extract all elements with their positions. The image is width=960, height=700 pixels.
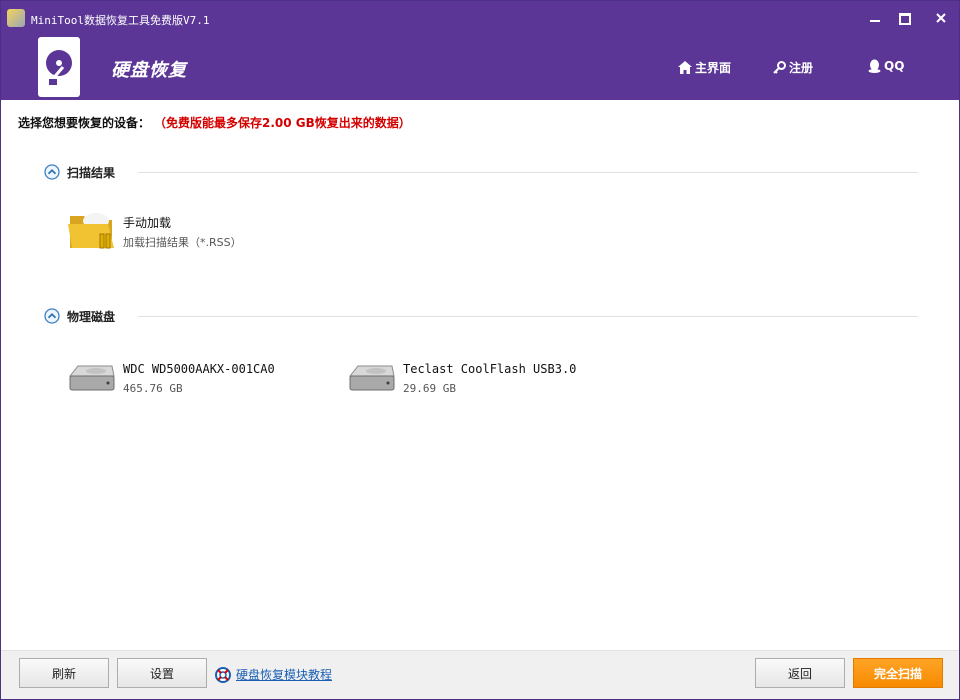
module-title: 硬盘恢复: [111, 60, 187, 81]
section-title-physical-disks: 物理磁盘: [67, 310, 116, 324]
tutorial-link[interactable]: 硬盘恢复模块教程: [215, 666, 332, 683]
lifebuoy-help-icon: [215, 666, 231, 683]
nav-home-link[interactable]: 主界面: [678, 59, 731, 76]
qq-penguin-icon: [868, 59, 881, 73]
section-title-scan-results: 扫描结果: [67, 166, 116, 180]
close-icon: [936, 13, 946, 23]
hard-disk-logo-icon: [38, 37, 80, 97]
section-divider: [138, 316, 918, 317]
module-header: 硬盘恢复 主界面 注册 QQ: [1, 37, 959, 100]
collapse-chevron-up-icon[interactable]: [44, 164, 60, 180]
hard-drive-icon: [348, 365, 395, 391]
free-version-limit-note: （免费版能最多保存2.00 GB恢复出来的数据）: [160, 116, 411, 130]
tutorial-link-label: 硬盘恢复模块教程: [236, 668, 333, 682]
app-icon: [7, 9, 25, 27]
device-item-disk[interactable]: WDC WD5000AAKX-001CA0 465.76 GB: [68, 356, 328, 396]
window-title: MiniTool数据恢复工具免费版V7.1: [31, 14, 210, 27]
hard-drive-icon: [68, 365, 115, 391]
bottom-toolbar: 刷新 设置 硬盘恢复模块教程 返回 完全扫描: [1, 650, 959, 699]
device-item-disk[interactable]: Teclast CoolFlash USB3.0 29.69 GB: [348, 356, 608, 396]
key-icon: [773, 61, 786, 74]
full-scan-button[interactable]: 完全扫描: [853, 658, 943, 688]
back-button[interactable]: 返回: [755, 658, 845, 688]
title-bar[interactable]: MiniTool数据恢复工具免费版V7.1: [1, 1, 959, 37]
device-name: Teclast CoolFlash USB3.0: [403, 362, 577, 376]
minimize-button[interactable]: [863, 9, 887, 29]
nav-qq-label: QQ: [884, 59, 905, 73]
nav-register-link[interactable]: 注册: [773, 59, 813, 76]
device-item-manual-load[interactable]: 手动加载 加载扫描结果（*.RSS）: [68, 208, 328, 249]
device-selection-panel: 选择您想要恢复的设备： （免费版能最多保存2.00 GB恢复出来的数据） 扫描结果…: [6, 100, 954, 650]
folder-icon: [68, 213, 114, 249]
section-divider: [138, 172, 918, 173]
maximize-icon: [899, 13, 911, 25]
collapse-chevron-up-icon[interactable]: [44, 308, 60, 324]
nav-qq-link[interactable]: QQ: [868, 59, 904, 73]
app-window: MiniTool数据恢复工具免费版V7.1 硬盘恢复 主界面 注册 QQ 选择您…: [0, 0, 960, 700]
refresh-button[interactable]: 刷新: [19, 658, 109, 688]
device-name: 手动加载: [123, 216, 172, 230]
device-size: 465.76 GB: [123, 382, 183, 395]
nav-home-label: 主界面: [695, 61, 732, 75]
maximize-button[interactable]: [893, 9, 917, 29]
device-detail: 加载扫描结果（*.RSS）: [123, 236, 242, 249]
close-button[interactable]: [929, 9, 953, 29]
home-icon: [678, 61, 692, 74]
nav-register-label: 注册: [789, 61, 814, 75]
prompt-text: 选择您想要恢复的设备：: [18, 116, 151, 130]
section-scan-results: 扫描结果: [44, 162, 918, 182]
section-physical-disks: 物理磁盘: [44, 306, 918, 326]
selection-prompt: 选择您想要恢复的设备： （免费版能最多保存2.00 GB恢复出来的数据）: [18, 114, 411, 131]
settings-button[interactable]: 设置: [117, 658, 207, 688]
device-name: WDC WD5000AAKX-001CA0: [123, 362, 275, 376]
minimize-icon: [870, 20, 880, 22]
device-size: 29.69 GB: [403, 382, 456, 395]
